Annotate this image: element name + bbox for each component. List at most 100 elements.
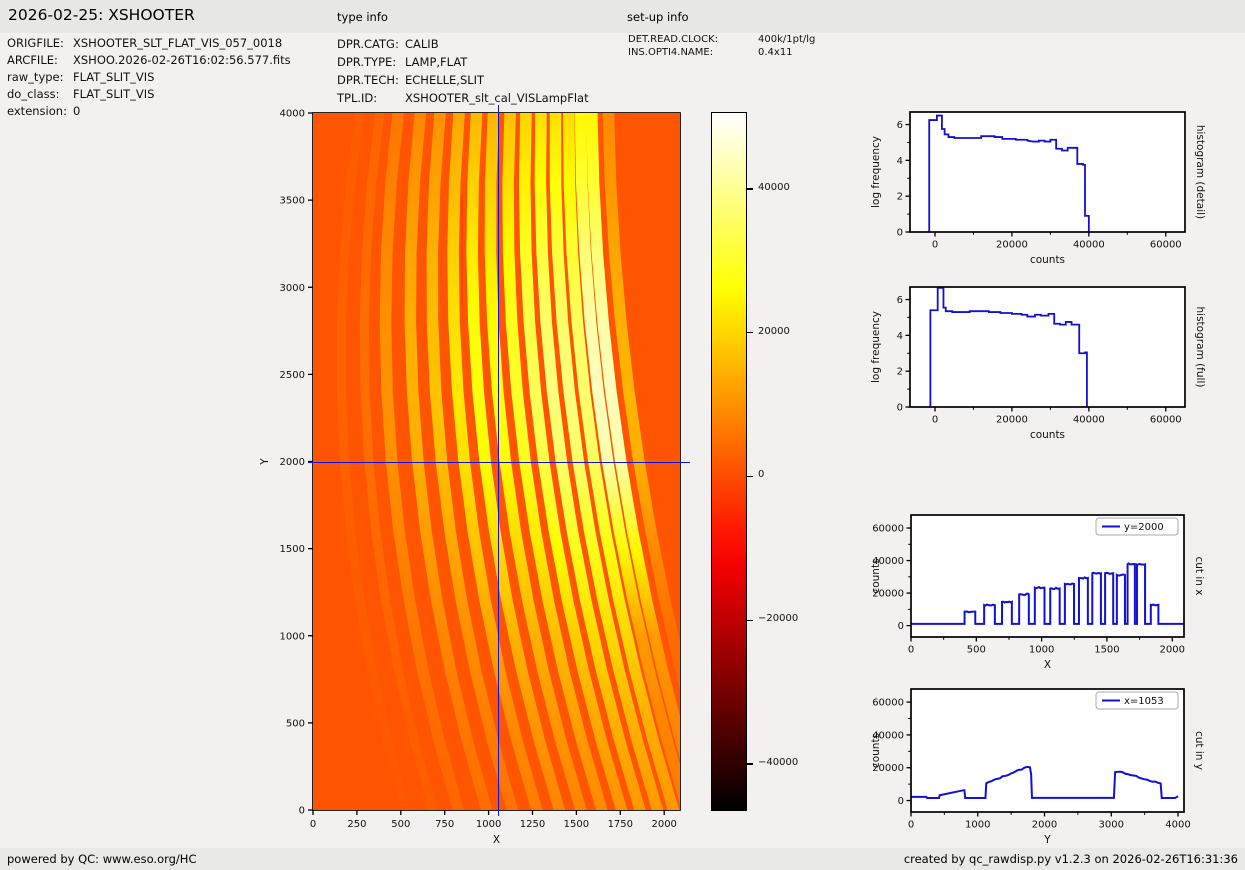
- x-tick-label: 0: [908, 820, 914, 831]
- file-info-row: ARCFILE: XSHOO.2026-02-26T16:02:56.577.fi…: [7, 53, 291, 67]
- colorbar-tick: [747, 619, 753, 621]
- chart-cut-in-y: 0 1000 2000 3000 40000200004000060000 x=1053Y…: [870, 688, 1205, 846]
- file-info-row: raw_type: FLAT_SLIT_VIS: [7, 70, 154, 84]
- xaxis-label: counts: [1030, 254, 1065, 266]
- main-x-tick-label: 250: [347, 819, 366, 830]
- legend-label: y=2000: [1124, 522, 1164, 533]
- type-info-value: CALIB: [405, 37, 439, 51]
- yaxis-label: counts: [870, 558, 882, 593]
- colorbar-tick: [747, 188, 753, 190]
- type-info-row: DPR.TECH: ECHELLE,SLIT: [337, 73, 484, 87]
- type-info-heading: type info: [337, 10, 388, 24]
- legend-label: x=1053: [1124, 696, 1164, 707]
- y-tick-label: 4: [897, 331, 903, 342]
- y-tick-label: 0: [898, 621, 904, 632]
- type-info-label: DPR.TYPE:: [337, 55, 397, 69]
- file-info-row: do_class: FLAT_SLIT_VIS: [7, 87, 154, 101]
- colorbar-tick: [747, 332, 753, 334]
- main-xaxis-label: X: [493, 834, 500, 846]
- main-yaxis-label: Y: [259, 458, 271, 466]
- xaxis-label: X: [1044, 659, 1051, 670]
- x-tick-label: 20000: [996, 415, 1028, 426]
- main-x-tick-label: 1500: [564, 819, 589, 830]
- xaxis-label: counts: [1030, 429, 1065, 441]
- file-info-label: ARCFILE:: [7, 53, 58, 67]
- main-y-tick-label: 0: [299, 806, 305, 817]
- y-tick-label: 0: [897, 403, 903, 414]
- y-tick-label: 60000: [872, 524, 904, 535]
- x-tick-label: 1500: [1094, 645, 1119, 656]
- main-x-tick-label: 1000: [476, 819, 501, 830]
- setup-info-label: INS.OPTI4.NAME:: [628, 47, 714, 58]
- x-tick-label: 0: [932, 415, 938, 426]
- legend: y=2000: [1095, 517, 1179, 536]
- xaxis-label: Y: [1043, 834, 1051, 846]
- yaxis-label: counts: [870, 733, 882, 768]
- footer-created-by: created by qc_rawdisp.py v1.2.3 on 2026-…: [903, 852, 1238, 866]
- main-y-tick-label: 1500: [280, 544, 305, 555]
- colorbar-tick: [747, 763, 753, 765]
- chart-histogram-detail: 0 20000 40000 60000 0 2 4 6 counts log frequency h…: [870, 111, 1206, 266]
- yaxis-label: log frequency: [870, 136, 882, 208]
- main-x-tick-label: 1250: [520, 819, 545, 830]
- main-x-tick-label: 2000: [651, 819, 676, 830]
- x-tick-label: 20000: [996, 240, 1028, 251]
- main-x-tick-label: 1750: [608, 819, 633, 830]
- file-info-value: FLAT_SLIT_VIS: [73, 87, 155, 101]
- file-info-value: XSHOOTER_SLT_FLAT_VIS_057_0018: [73, 36, 283, 50]
- crosshair-horizontal-line: [308, 461, 690, 463]
- legend: x=1053: [1095, 691, 1179, 710]
- y-tick-label: 0: [897, 228, 903, 239]
- main-y-tick-label: 1000: [280, 631, 305, 642]
- x-tick-label: 3000: [1099, 820, 1124, 831]
- type-info-value: LAMP,FLAT: [405, 55, 468, 69]
- colorbar-tick-label: 0: [758, 469, 765, 481]
- y-tick-label: 6: [897, 295, 903, 306]
- qc-report-page: 2026-02-25: XSHOOTER type info set-up in…: [0, 0, 1245, 870]
- main-y-tick-label: 2000: [280, 457, 305, 468]
- colorbar-tick-label: −20000: [758, 613, 799, 625]
- type-info-label: DPR.TECH:: [337, 73, 399, 87]
- file-info-value: FLAT_SLIT_VIS: [73, 70, 155, 84]
- type-info-row: DPR.CATG: CALIB: [337, 37, 439, 51]
- setup-info-row: INS.OPTI4.NAME: 0.4x11: [628, 47, 793, 58]
- main-y-tick-label: 500: [286, 718, 305, 729]
- setup-info-value: 400k/1pt/lg: [758, 34, 816, 45]
- chart-cut-in-x: 0 500 1000 1500 20000200004000060000 y=2000Xc…: [870, 514, 1205, 670]
- main-y-tick-label: 2500: [280, 370, 305, 381]
- main-x-tick-label: 750: [435, 819, 454, 830]
- x-tick-label: 0: [908, 645, 914, 656]
- type-info-label: DPR.CATG:: [337, 37, 399, 51]
- x-tick-label: 2000: [1160, 645, 1185, 656]
- colorbar-tick-label: 20000: [758, 325, 790, 337]
- main-y-tick-label: 3000: [280, 283, 305, 294]
- file-info-label: do_class:: [7, 87, 60, 101]
- type-info-value: ECHELLE,SLIT: [405, 73, 485, 87]
- file-info-value: XSHOO.2026-02-26T16:02:56.577.fits: [73, 53, 291, 67]
- setup-info-label: DET.READ.CLOCK:: [628, 34, 719, 45]
- page-title: 2026-02-25: XSHOOTER: [8, 6, 195, 24]
- y-tick-label: 4: [897, 156, 903, 167]
- setup-info-value: 0.4x11: [758, 47, 793, 58]
- type-info-row: DPR.TYPE: LAMP,FLAT: [337, 55, 467, 69]
- colorbar: [711, 112, 747, 811]
- right-side-label: cut in y: [1193, 731, 1205, 770]
- yaxis-label: log frequency: [870, 311, 882, 383]
- x-tick-label: 2000: [1032, 820, 1057, 831]
- file-info-label: extension:: [7, 104, 67, 118]
- main-y-tick-label: 3500: [280, 196, 305, 207]
- file-info-label: ORIGFILE:: [7, 36, 64, 50]
- x-tick-label: 60000: [1150, 415, 1182, 426]
- colorbar-tick: [747, 475, 753, 478]
- main-x-tick-label: 500: [391, 819, 410, 830]
- x-tick-label: 0: [932, 240, 938, 251]
- chart-histogram-full: 0 20000 40000 60000 0 2 4 6 counts log frequency h…: [870, 286, 1206, 441]
- file-info-value: 0: [73, 104, 81, 118]
- main-y-tick-label: 4000: [280, 109, 305, 120]
- setup-info-row: DET.READ.CLOCK: 400k/1pt/lg: [628, 34, 815, 45]
- colorbar-tick-label: 40000: [758, 181, 790, 193]
- x-tick-label: 500: [967, 645, 986, 656]
- footer-powered-by: powered by QC: www.eso.org/HC: [7, 852, 197, 866]
- x-tick-label: 60000: [1150, 240, 1182, 251]
- colorbar-tick-label: −40000: [758, 756, 799, 768]
